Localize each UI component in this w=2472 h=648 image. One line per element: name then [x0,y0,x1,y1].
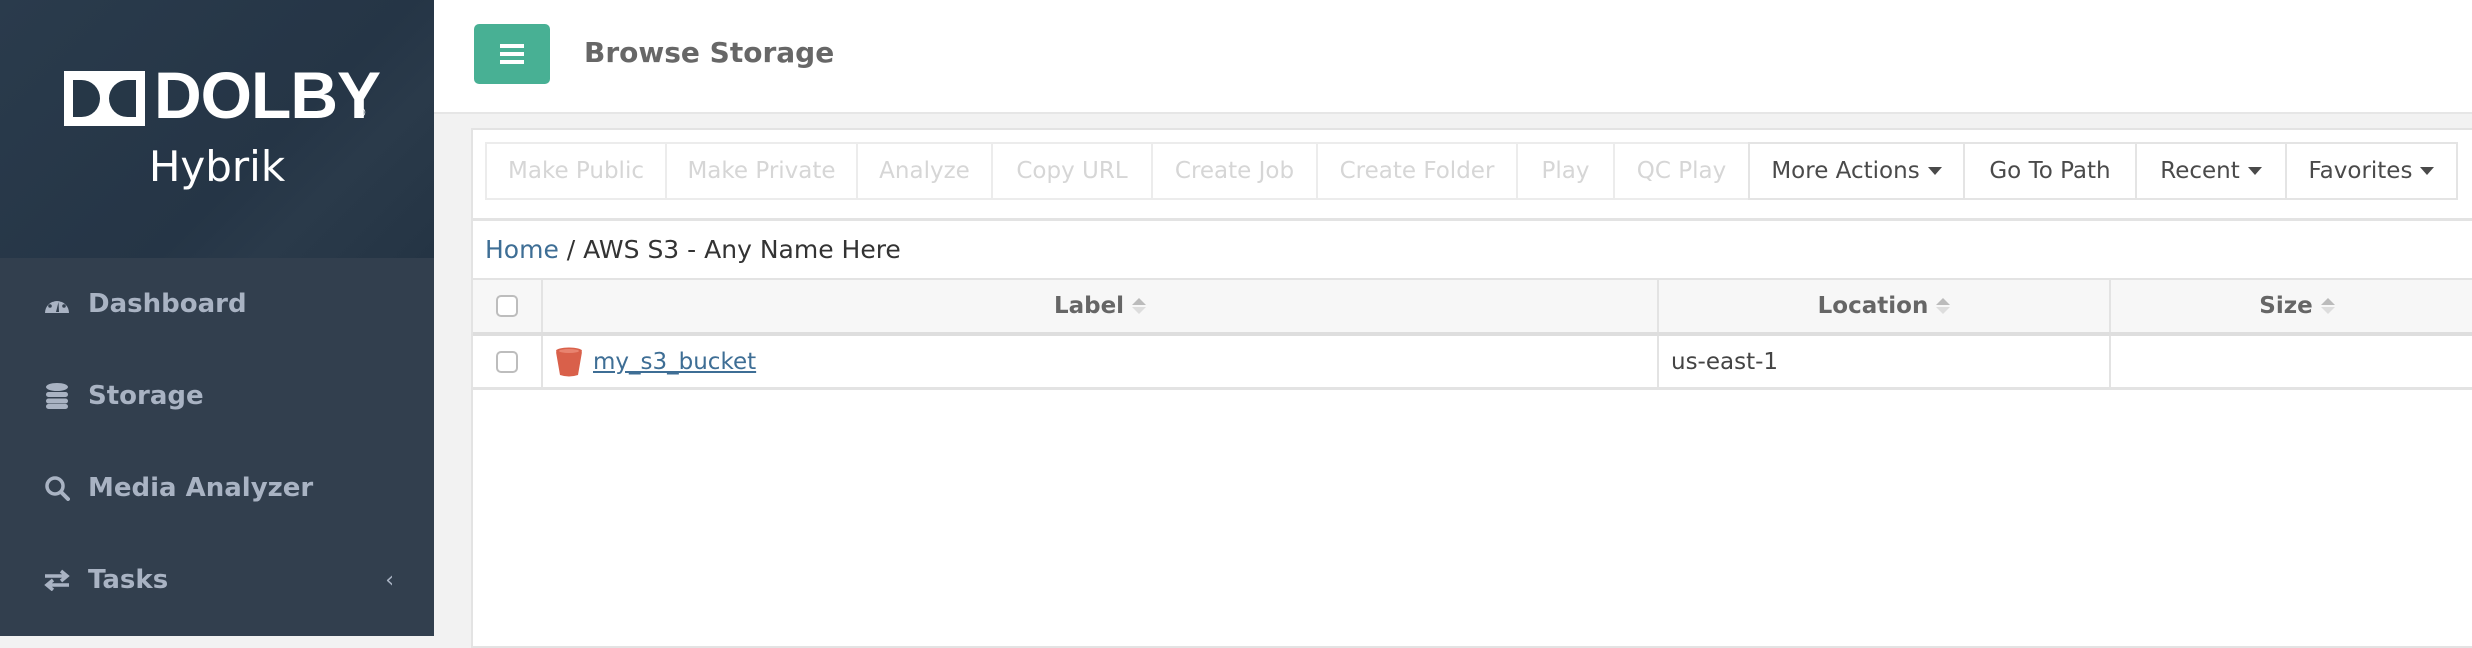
sidebar-item-label: Tasks [88,565,169,595]
button-label: QC Play [1636,158,1727,184]
button-label: Favorites [2308,158,2413,184]
favorites-dropdown[interactable]: Favorites [2285,142,2458,200]
button-label: Go To Path [1989,158,2111,184]
table-row[interactable]: my_s3_bucket us-east-1 [473,336,2472,390]
breadcrumb: Home / AWS S3 - Any Name Here [485,235,901,264]
more-actions-dropdown[interactable]: More Actions [1748,142,1965,200]
sort-icon [1132,298,1147,314]
column-header-location[interactable]: Location [1659,280,2111,332]
caret-down-icon [2247,167,2262,175]
chevron-left-icon[interactable]: ‹ [385,568,394,593]
registered-mark: ® [354,106,367,121]
button-label: Copy URL [1016,158,1128,184]
storage-browser-panel: Make Public Make Private Analyze Copy UR… [471,128,2472,648]
button-label: Play [1541,158,1590,184]
go-to-path-button[interactable]: Go To Path [1963,142,2137,200]
action-toolbar: Make Public Make Private Analyze Copy UR… [473,130,2472,221]
exchange-arrows-icon [42,569,72,591]
button-label: More Actions [1771,158,1920,184]
row-checkbox[interactable] [496,350,518,373]
s3-bucket-icon [556,347,582,376]
breadcrumb-current: AWS S3 - Any Name Here [583,235,901,264]
recent-dropdown[interactable]: Recent [2135,142,2287,200]
product-name: Hybrik [148,142,286,191]
button-label: Make Private [687,158,836,184]
create-job-button[interactable]: Create Job [1151,142,1318,200]
caret-down-icon [2420,167,2435,175]
play-button[interactable]: Play [1516,142,1615,200]
button-label: Create Job [1174,158,1295,184]
database-icon [42,383,72,409]
qc-play-button[interactable]: QC Play [1613,142,1750,200]
menu-toggle-button[interactable] [474,24,550,84]
sidebar-item-label: Dashboard [88,289,247,319]
sidebar-item-media-analyzer[interactable]: Media Analyzer [0,442,434,534]
select-all-checkbox[interactable] [496,295,518,317]
search-icon [42,475,72,501]
storage-table: Label Location Size my_s3_bucket us-east… [473,278,2472,390]
row-select-cell [473,336,543,387]
sidebar-nav: Dashboard Storage Media Analyzer Tasks ‹ [0,258,434,626]
dashboard-gauge-icon [42,293,72,315]
sidebar-item-label: Media Analyzer [88,473,314,503]
column-title: Location [1817,293,1929,319]
dolby-double-d-icon [64,71,145,126]
sidebar: DOLBY ® Hybrik Dashboard Storage Media A… [0,0,434,636]
dolby-logo-text: DOLBY [154,58,381,132]
copy-url-button[interactable]: Copy URL [991,142,1153,200]
hamburger-icon [500,44,524,64]
column-header-label[interactable]: Label [543,280,1659,332]
page-title: Browse Storage [584,36,835,69]
button-label: Recent [2160,158,2240,184]
sidebar-item-label: Storage [88,381,204,411]
size-cell [2111,336,2472,387]
breadcrumb-separator: / [566,235,576,264]
button-label: Create Folder [1339,158,1495,184]
button-label: Make Public [508,158,644,184]
make-public-button[interactable]: Make Public [485,142,667,200]
top-bar: Browse Storage [434,0,2472,114]
breadcrumb-home-link[interactable]: Home [485,235,559,264]
sort-icon [1936,298,1951,314]
sidebar-item-storage[interactable]: Storage [0,350,434,442]
column-title: Label [1053,293,1125,319]
button-label: Analyze [879,158,970,184]
logo-area: DOLBY ® Hybrik [0,0,434,258]
column-title: Size [2259,293,2313,319]
sort-icon [2320,298,2335,314]
make-private-button[interactable]: Make Private [665,142,858,200]
select-all-cell [473,280,543,332]
analyze-button[interactable]: Analyze [856,142,993,200]
sidebar-item-tasks[interactable]: Tasks ‹ [0,534,434,626]
caret-down-icon [1927,167,1942,175]
column-header-size[interactable]: Size [2111,280,2472,332]
table-header: Label Location Size [473,278,2472,336]
label-cell: my_s3_bucket [543,336,1659,387]
sidebar-item-dashboard[interactable]: Dashboard [0,258,434,350]
location-cell: us-east-1 [1659,336,2111,387]
bucket-link[interactable]: my_s3_bucket [593,349,756,375]
create-folder-button[interactable]: Create Folder [1316,142,1518,200]
